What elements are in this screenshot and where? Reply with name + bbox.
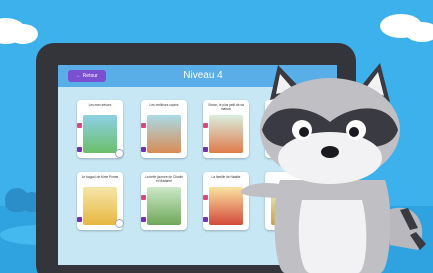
- read-check-icon: [77, 147, 82, 152]
- raccoon-belly: [298, 200, 367, 273]
- book-title: Les mes trésors: [88, 103, 112, 107]
- page-title: Niveau 4: [183, 70, 223, 81]
- medal-icon: [115, 219, 124, 228]
- read-check-icon: [203, 217, 208, 222]
- book-cover-art: [83, 115, 117, 153]
- back-button[interactable]: ← Retour: [68, 70, 106, 82]
- read-check-icon: [77, 217, 82, 222]
- raccoon-nose: [321, 146, 339, 158]
- book-cover-art: [209, 187, 243, 225]
- raccoon-arm: [240, 182, 290, 200]
- book-cover-art: [147, 115, 181, 153]
- favorite-heart-icon[interactable]: [141, 195, 146, 200]
- favorite-heart-icon[interactable]: [203, 123, 208, 128]
- book-title: Le bagoul de Mme Pomte: [81, 175, 119, 179]
- favorite-heart-icon[interactable]: [141, 123, 146, 128]
- read-check-icon: [141, 147, 146, 152]
- book-cover-art: [147, 187, 181, 225]
- read-check-icon: [141, 217, 146, 222]
- book-card[interactable]: Les meilleurs copins: [141, 100, 187, 158]
- book-cover-art: [209, 115, 243, 153]
- cloud: [8, 24, 38, 44]
- medal-icon: [115, 149, 124, 158]
- cloud: [405, 22, 433, 42]
- read-check-icon: [203, 147, 208, 152]
- raccoon-mascot: [240, 63, 426, 273]
- book-title: Les meilleurs copins: [149, 103, 179, 107]
- app-scene: ← Retour Niveau 4 Les mes trésors Les me…: [0, 0, 433, 273]
- favorite-heart-icon[interactable]: [77, 123, 82, 128]
- book-card[interactable]: La belle journée de Charlie et Madame: [141, 172, 187, 230]
- book-cover-art: [83, 187, 117, 225]
- favorite-heart-icon[interactable]: [203, 195, 208, 200]
- book-title: La belle journée de Charlie et Madame: [144, 175, 184, 183]
